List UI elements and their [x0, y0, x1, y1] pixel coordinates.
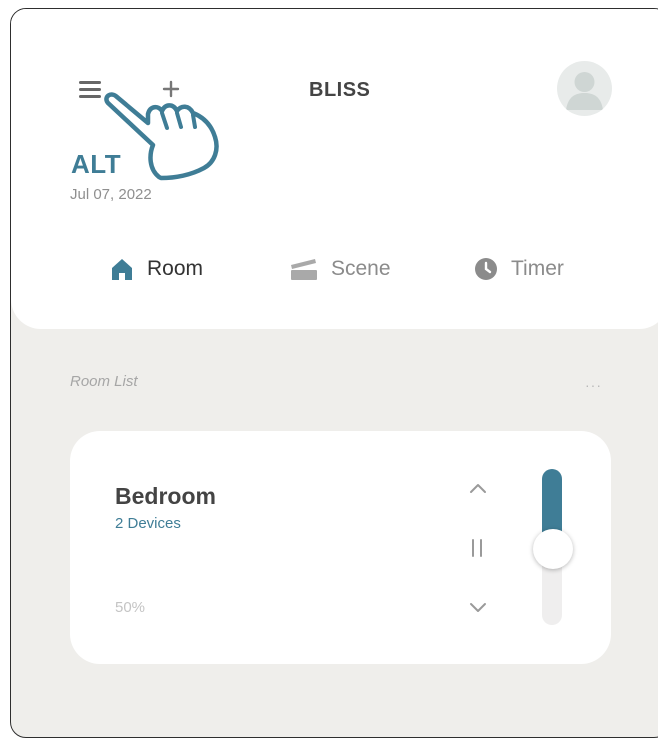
tab-room[interactable]: Room — [109, 251, 203, 287]
avatar-icon — [566, 72, 603, 110]
app-title: BLISS — [309, 79, 371, 101]
chevron-up-icon[interactable] — [468, 481, 488, 495]
tab-room-label: Room — [147, 257, 204, 280]
slider-thumb[interactable] — [533, 529, 573, 569]
tab-scene-label: Scene — [331, 257, 391, 280]
scene-icon — [291, 259, 317, 280]
tab-timer[interactable]: Timer — [473, 251, 564, 287]
room-devices-count[interactable]: 2 Devices — [115, 515, 181, 532]
tab-timer-label: Timer — [511, 257, 564, 280]
app-window: BLISS ALT Jul 07, 2022 Room Scene Timer … — [10, 8, 658, 738]
room-level-percent: 50% — [115, 599, 146, 616]
tab-scene[interactable]: Scene — [289, 251, 391, 287]
tab-bar: Room Scene Timer — [11, 251, 658, 287]
avatar[interactable] — [557, 61, 612, 116]
pause-icon[interactable] — [469, 538, 485, 558]
header-card: BLISS ALT Jul 07, 2022 Room Scene Timer — [11, 9, 658, 329]
chevron-down-icon[interactable] — [468, 601, 488, 615]
clock-icon — [475, 258, 497, 280]
more-icon[interactable]: ··· — [585, 377, 602, 393]
room-list-label: Room List — [70, 373, 138, 390]
hand-pointer-icon — [104, 92, 219, 181]
room-card-bedroom[interactable]: Bedroom 2 Devices 50% — [70, 431, 611, 664]
home-icon — [112, 259, 132, 280]
date-label: Jul 07, 2022 — [70, 186, 152, 203]
brightness-slider[interactable] — [533, 469, 573, 625]
room-name: Bedroom — [115, 483, 216, 509]
